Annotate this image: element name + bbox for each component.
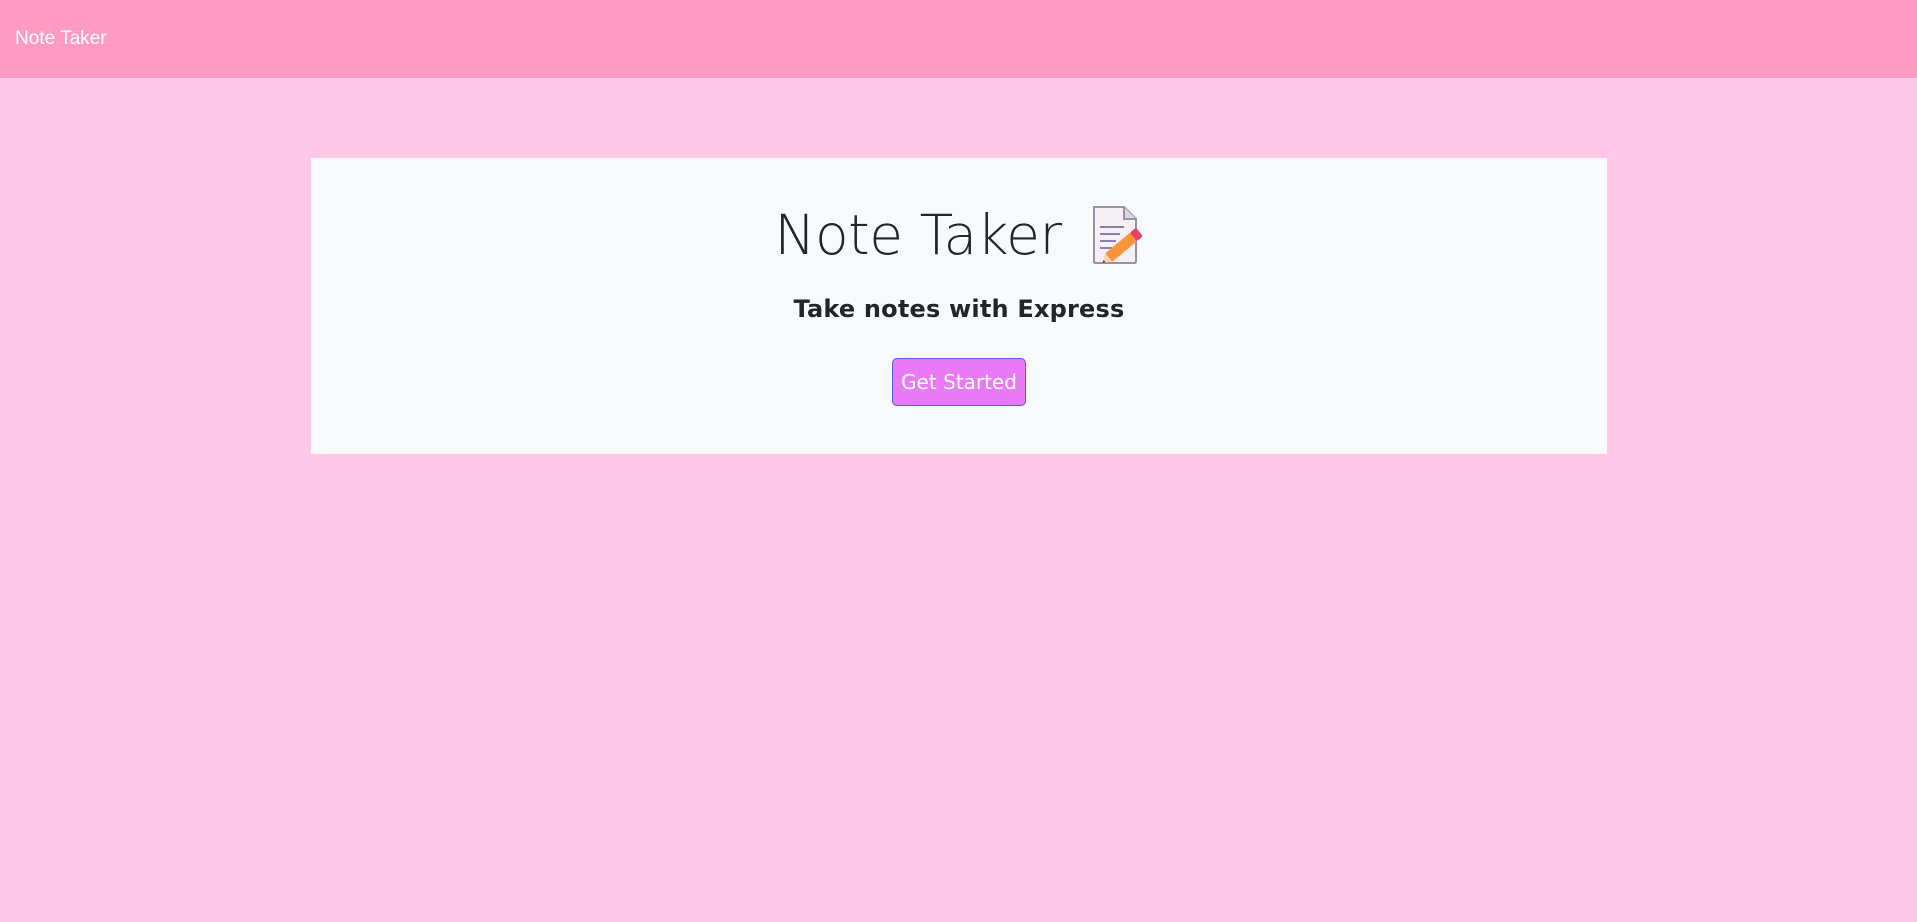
hero-title-row: Note Taker [311,205,1607,265]
hero-subtitle: Take notes with Express [793,295,1125,323]
get-started-button[interactable]: Get Started [892,358,1026,406]
navbar: Note Taker [0,0,1917,78]
memo-icon [1090,205,1144,265]
hero-card: Note Taker Take notes with Express Get S… [311,158,1607,454]
navbar-brand-link[interactable]: Note Taker [15,28,107,50]
page-title: Note Taker [774,202,1062,267]
